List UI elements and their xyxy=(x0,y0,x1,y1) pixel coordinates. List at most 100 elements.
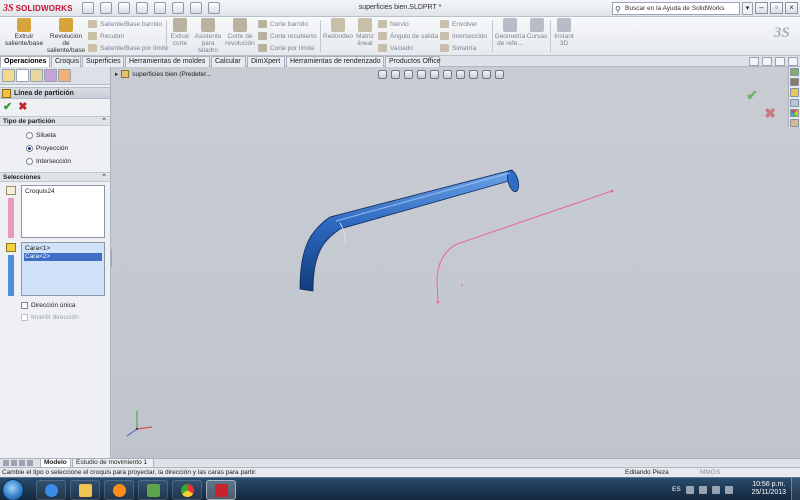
extrude-boss-button[interactable]: Extruir saliente/base xyxy=(2,18,46,47)
list-item[interactable]: Croquis24 xyxy=(24,188,102,196)
curves-button[interactable]: Curvas xyxy=(526,18,548,40)
tab-superficies[interactable]: Superficies xyxy=(82,56,124,67)
boundary-cut-button[interactable]: Corte por límite xyxy=(258,43,314,53)
design-library-icon[interactable] xyxy=(790,78,799,87)
hole-wizard-button[interactable]: Asistente para taladro xyxy=(194,18,222,54)
tile-doc-icon[interactable] xyxy=(762,57,772,66)
option-silueta[interactable]: Silueta xyxy=(0,129,110,142)
options-icon[interactable] xyxy=(208,2,220,14)
boundary-cut-icon xyxy=(258,44,267,52)
battery-icon[interactable] xyxy=(724,485,733,494)
display-manager-tab-icon[interactable] xyxy=(58,69,71,82)
intersect-button[interactable]: Intersección xyxy=(440,31,487,41)
tab-renderizado[interactable]: Herramientas de renderizado xyxy=(286,56,384,67)
ok-check-icon[interactable]: ✔ xyxy=(3,100,12,113)
boundary-boss-button[interactable]: Saliente/Base por límite xyxy=(88,43,169,53)
minimize-icon[interactable]: – xyxy=(755,2,768,14)
resources-icon[interactable] xyxy=(790,68,799,77)
last-tab-icon[interactable] xyxy=(27,460,33,466)
selections-header[interactable]: Selecciones ⌃ xyxy=(0,172,110,182)
next-tab-icon[interactable] xyxy=(19,460,25,466)
select-icon[interactable] xyxy=(172,2,184,14)
radio-interseccion[interactable] xyxy=(26,158,33,165)
taskbar-media-player[interactable] xyxy=(104,480,134,500)
sketch-selection-box[interactable]: Croquis24 xyxy=(6,185,105,238)
restore-icon[interactable]: ▫ xyxy=(770,2,783,14)
wrap-button[interactable]: Envolver xyxy=(440,19,477,29)
maximize-doc-icon[interactable] xyxy=(775,57,785,66)
graphics-area[interactable]: ▸ superficies bien (Predeter... ✔ ✖ xyxy=(112,67,800,458)
tab-calcular[interactable]: Calcular xyxy=(211,56,246,67)
revolve-cut-button[interactable]: Corte de revolución xyxy=(224,18,256,47)
linear-pattern-button[interactable]: Matriz lineal xyxy=(354,18,376,47)
show-desktop-button[interactable] xyxy=(791,478,800,500)
mirror-button[interactable]: Simetría xyxy=(440,43,476,53)
draft-button[interactable]: Ángulo de salida xyxy=(378,31,438,41)
extrude-cut-button[interactable]: Extruir corte xyxy=(168,18,192,47)
property-manager-tab-icon[interactable] xyxy=(16,69,29,82)
print-icon[interactable] xyxy=(136,2,148,14)
save-icon[interactable] xyxy=(118,2,130,14)
radio-proyeccion[interactable] xyxy=(26,145,33,152)
restore-doc-icon[interactable] xyxy=(749,57,759,66)
loft-boss-button[interactable]: Recubrir xyxy=(88,31,125,41)
shell-button[interactable]: Vaciado xyxy=(378,43,413,53)
help-dropdown-button[interactable]: ▾ xyxy=(742,2,753,15)
tab-operaciones[interactable]: Operaciones xyxy=(0,56,50,67)
taskbar-chrome[interactable] xyxy=(172,480,202,500)
close-doc-icon[interactable] xyxy=(788,57,798,66)
taskbar-file-explorer[interactable] xyxy=(70,480,100,500)
swept-cut-button[interactable]: Corte barrido xyxy=(258,19,308,29)
undo-icon[interactable] xyxy=(154,2,166,14)
language-indicator[interactable]: ES xyxy=(672,486,681,493)
taskbar-app[interactable] xyxy=(138,480,168,500)
tray-arrow-icon[interactable] xyxy=(685,485,694,494)
close-icon[interactable]: × xyxy=(785,2,798,14)
cancel-x-icon[interactable]: ✖ xyxy=(18,100,27,113)
axis-triad-icon xyxy=(126,411,153,437)
list-item[interactable]: Cara<2> xyxy=(24,253,102,261)
tab-productos-office[interactable]: Productos Office xyxy=(385,56,441,67)
revolve-boss-button[interactable]: Revolución de saliente/base xyxy=(47,18,85,54)
windows-start-icon[interactable] xyxy=(2,479,24,500)
option-proyeccion[interactable]: Proyección xyxy=(0,142,110,155)
dimxpert-tab-icon[interactable] xyxy=(44,69,57,82)
clock[interactable]: 10:56 p.m. 25/11/2013 xyxy=(751,481,786,497)
tab-croquis[interactable]: Croquis xyxy=(51,56,81,67)
view-palette-icon[interactable] xyxy=(790,98,799,107)
file-explorer-icon[interactable] xyxy=(790,88,799,97)
configuration-tab-icon[interactable] xyxy=(30,69,43,82)
appearances-icon[interactable] xyxy=(790,108,799,117)
solidworks-logo[interactable]: 3S SOLIDWORKS xyxy=(3,2,73,15)
faces-selection-box[interactable]: Cara<1> Cara<2> xyxy=(6,242,105,296)
taskbar-internet-explorer[interactable] xyxy=(36,480,66,500)
volume-icon[interactable] xyxy=(711,485,720,494)
partition-type-header[interactable]: Tipo de partición ⌃ xyxy=(0,116,110,126)
list-item[interactable]: Cara<1> xyxy=(24,245,102,253)
tab-herramientas-moldes[interactable]: Herramientas de moldes xyxy=(125,56,210,67)
network-icon[interactable] xyxy=(698,485,707,494)
prev-tab-icon[interactable] xyxy=(11,460,17,466)
radio-silueta[interactable] xyxy=(26,132,33,139)
rib-button[interactable]: Nervio xyxy=(378,19,409,29)
swept-boss-button[interactable]: Saliente/Base barrido xyxy=(88,19,162,29)
selections-group: Selecciones ⌃ Croquis24 Cara<1> Cara<2> … xyxy=(0,172,110,323)
single-direction-option[interactable]: Dirección única xyxy=(0,299,110,311)
single-direction-checkbox[interactable] xyxy=(21,301,28,309)
new-document-icon[interactable] xyxy=(82,2,94,14)
help-search-input[interactable]: ⚲ Buscar en la Ayuda de SolidWorks xyxy=(612,2,740,15)
status-units[interactable]: MMGS xyxy=(700,468,720,477)
ref-geometry-button[interactable]: Geometría de refe... xyxy=(494,18,526,47)
first-tab-icon[interactable] xyxy=(3,460,9,466)
loft-cut-button[interactable]: Corte recubierto xyxy=(258,31,317,41)
taskbar-solidworks[interactable] xyxy=(206,480,236,500)
instant3d-button[interactable]: Instant 3D xyxy=(552,18,576,47)
tab-dimxpert[interactable]: DimXpert xyxy=(247,56,285,67)
open-icon[interactable] xyxy=(100,2,112,14)
fillet-button[interactable]: Redondeo xyxy=(322,18,354,40)
rebuild-icon[interactable] xyxy=(190,2,202,14)
command-manager-tabs: Operaciones Croquis Superficies Herramie… xyxy=(0,56,800,67)
option-interseccion[interactable]: Intersección xyxy=(0,155,110,168)
custom-properties-icon[interactable] xyxy=(790,118,799,128)
feature-tree-tab-icon[interactable] xyxy=(2,69,15,82)
